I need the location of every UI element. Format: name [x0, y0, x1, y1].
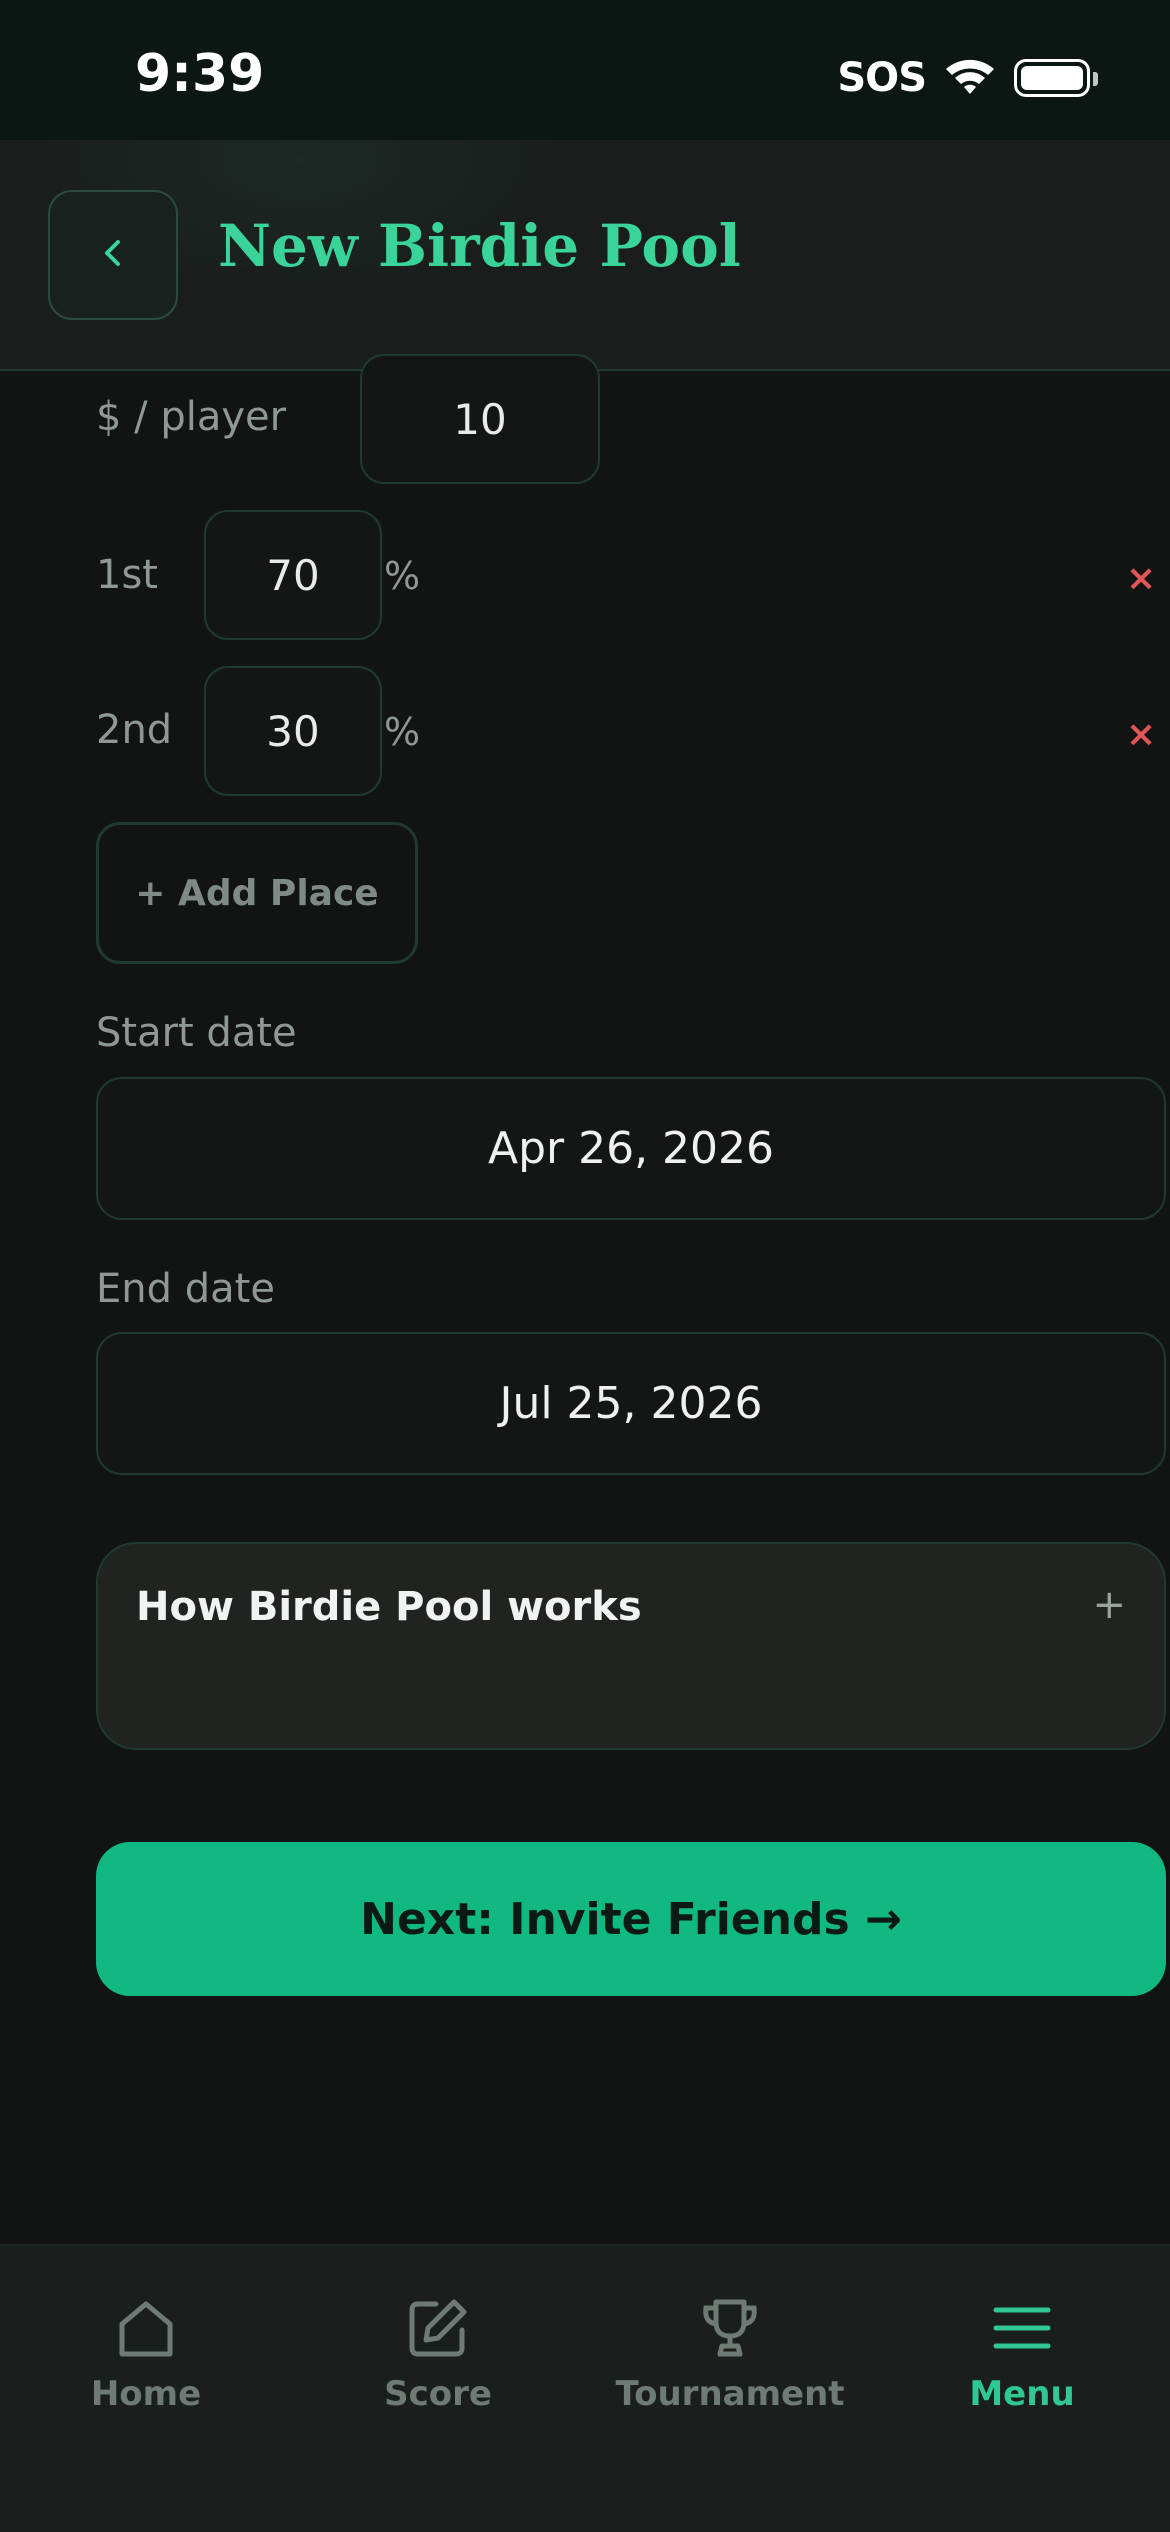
end-date-field[interactable]: Jul 25, 2026 [96, 1332, 1166, 1475]
percent-sign: % [384, 554, 421, 598]
status-bar: 9:39 SOS [0, 0, 1170, 140]
nav-label-menu: Menu [969, 2374, 1075, 2414]
battery-icon [1014, 59, 1098, 97]
nav-label-score: Score [384, 2374, 492, 2414]
menu-icon [990, 2296, 1054, 2364]
start-date-field[interactable]: Apr 26, 2026 [96, 1077, 1166, 1220]
buy-in-label: $ / player [96, 394, 287, 440]
expand-icon[interactable]: + [1092, 1582, 1126, 1628]
trophy-icon [698, 2296, 762, 2364]
remove-place-button-1st[interactable]: × [1126, 558, 1156, 599]
nav-item-tournament[interactable]: Tournament [584, 2296, 876, 2414]
status-indicators: SOS [837, 50, 1098, 106]
status-time: 9:39 [135, 44, 265, 104]
place-label-2nd: 2nd [96, 707, 173, 753]
nav-label-home: Home [90, 2374, 202, 2414]
next-invite-friends-button[interactable]: Next: Invite Friends → [96, 1842, 1166, 1996]
buy-in-input[interactable]: 10 [360, 354, 600, 484]
nav-label-tournament: Tournament [615, 2374, 845, 2414]
how-it-works-panel[interactable]: How Birdie Pool works + [96, 1542, 1166, 1750]
header: New Birdie Pool [0, 140, 1170, 371]
end-date-label: End date [96, 1266, 275, 1312]
chevron-left-icon [99, 236, 127, 274]
place-percent-input-1st[interactable]: 70 [204, 510, 382, 640]
start-date-label: Start date [96, 1010, 297, 1056]
edit-icon [406, 2296, 470, 2364]
remove-place-button-2nd[interactable]: × [1126, 714, 1156, 755]
place-percent-input-2nd[interactable]: 30 [204, 666, 382, 796]
page-title: New Birdie Pool [218, 212, 741, 280]
sos-indicator: SOS [837, 55, 927, 101]
percent-sign: % [384, 710, 421, 754]
home-icon [114, 2296, 178, 2364]
place-label-1st: 1st [96, 552, 158, 598]
add-place-button[interactable]: + Add Place [96, 822, 418, 964]
nav-item-score[interactable]: Score [292, 2296, 584, 2414]
bottom-nav: Home Score Tournament Menu [0, 2244, 1170, 2532]
how-it-works-title: How Birdie Pool works [136, 1584, 642, 1630]
nav-item-menu[interactable]: Menu [876, 2296, 1168, 2414]
wifi-icon [944, 56, 996, 100]
back-button[interactable] [48, 190, 178, 320]
nav-item-home[interactable]: Home [0, 2296, 292, 2414]
